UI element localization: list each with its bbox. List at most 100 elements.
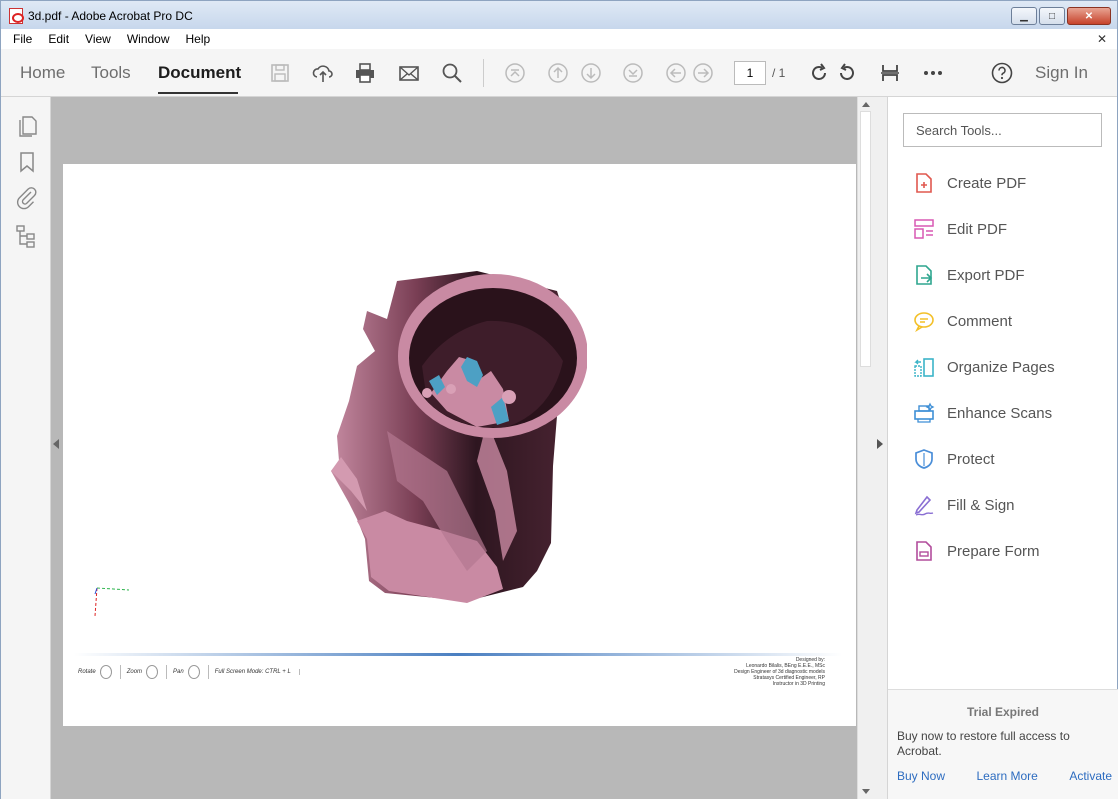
tab-tools[interactable]: Tools [91, 63, 131, 83]
tool-create-pdf[interactable]: Create PDF [913, 169, 1026, 197]
page-number-input[interactable]: 1 [734, 61, 766, 85]
rotate-mouse-icon [99, 665, 112, 679]
menu-edit[interactable]: Edit [40, 32, 77, 46]
trial-message: Buy now to restore full access to Acroba… [897, 729, 1070, 758]
page-divider-line [74, 653, 842, 656]
page-total: / 1 [772, 66, 786, 80]
prepare-form-icon [916, 541, 932, 561]
right-pane-toggle[interactable] [873, 97, 887, 799]
tool-organize-pages[interactable]: Organize Pages [913, 353, 1055, 381]
comment-icon [914, 312, 934, 332]
menu-view[interactable]: View [77, 32, 119, 46]
tool-export-pdf[interactable]: Export PDF [913, 261, 1025, 289]
print-icon[interactable] [353, 61, 377, 85]
tool-label: Edit PDF [947, 220, 1008, 238]
back-icon[interactable] [664, 61, 688, 85]
tool-protect[interactable]: Protect [913, 445, 995, 473]
left-navigation-rail [1, 97, 51, 799]
help-icon[interactable] [990, 61, 1014, 85]
sign-in-button[interactable]: Sign In [1035, 63, 1088, 83]
next-page-icon[interactable] [579, 61, 603, 85]
pan-mouse-icon [187, 665, 200, 679]
close-document-button[interactable]: ✕ [1097, 32, 1107, 46]
scroll-mode-icon[interactable] [878, 61, 902, 85]
tab-home[interactable]: Home [20, 63, 65, 83]
create-pdf-icon [916, 173, 932, 193]
rotate-clockwise-icon[interactable] [807, 61, 831, 85]
tool-prepare-form[interactable]: Prepare Form [913, 537, 1040, 565]
tools-pane: Create PDF Edit PDF Export PDF Comment O… [887, 97, 1118, 799]
zoom-control[interactable]: Zoom [126, 665, 168, 679]
export-pdf-icon [916, 265, 933, 285]
activate-link[interactable]: Activate [1069, 769, 1112, 783]
tab-document[interactable]: Document [158, 63, 241, 83]
fullscreen-hint: Full Screen Mode: CTRL + L [215, 669, 300, 675]
upload-icon[interactable] [311, 61, 335, 85]
pan-control[interactable]: Pan [173, 665, 209, 679]
previous-page-icon[interactable] [546, 61, 570, 85]
learn-more-link[interactable]: Learn More [976, 769, 1037, 783]
scroll-up-arrow[interactable] [862, 102, 870, 107]
vertical-scrollbar[interactable] [857, 97, 873, 799]
fill-sign-icon [914, 495, 934, 516]
3d-controls-legend: Rotate Zoom Pan Full Screen Mode: CTRL +… [78, 665, 300, 679]
bookmarks-icon[interactable] [15, 150, 39, 174]
forward-icon[interactable] [691, 61, 715, 85]
pan-label: Pan [173, 669, 184, 675]
more-icon[interactable] [921, 61, 945, 85]
buy-now-link[interactable]: Buy Now [897, 769, 945, 783]
zoom-label: Zoom [126, 669, 143, 675]
tool-label: Create PDF [947, 174, 1027, 192]
trial-expired-panel: Trial Expired Buy now to restore full ac… [888, 689, 1118, 799]
credit-line: Instructor in 3D Printing [772, 681, 825, 687]
scrollbar-thumb[interactable] [860, 111, 871, 367]
pdf-file-icon [9, 8, 24, 24]
tool-comment[interactable]: Comment [913, 307, 1012, 335]
active-tab-indicator [158, 92, 238, 94]
3d-axis-indicator [94, 587, 130, 617]
menu-window[interactable]: Window [119, 32, 178, 46]
page-thumbnails-icon[interactable] [15, 113, 39, 137]
fullscreen-label: Full Screen Mode: CTRL + L [214, 669, 291, 675]
enhance-scans-icon [914, 402, 935, 423]
menu-file[interactable]: File [5, 32, 40, 46]
expand-arrow-icon [877, 439, 883, 449]
save-icon[interactable] [268, 61, 292, 85]
tool-label: Organize Pages [947, 358, 1055, 376]
organize-pages-icon [914, 358, 934, 377]
scroll-down-arrow[interactable] [862, 789, 870, 794]
title-bar: 3d.pdf - Adobe Acrobat Pro DC ▁ □ ✕ [1, 1, 1117, 29]
email-icon[interactable] [397, 61, 421, 85]
toolbar-separator [483, 59, 484, 87]
menu-help[interactable]: Help [178, 32, 219, 46]
rotate-control[interactable]: Rotate [78, 665, 121, 679]
tool-label: Prepare Form [947, 542, 1040, 560]
tool-label: Export PDF [947, 266, 1025, 284]
search-icon[interactable] [440, 61, 464, 85]
tool-label: Fill & Sign [947, 496, 1015, 514]
collapse-left-pane-arrow[interactable] [53, 439, 59, 449]
trial-heading: Trial Expired [966, 705, 1040, 719]
minimize-button[interactable]: ▁ [1011, 7, 1037, 25]
search-tools-input[interactable] [903, 113, 1102, 147]
tool-edit-pdf[interactable]: Edit PDF [913, 215, 1007, 243]
designer-credits: Designed by: Leonardo Bilalis, BEng E.E.… [701, 657, 825, 687]
maximize-button[interactable]: □ [1039, 7, 1065, 25]
zoom-mouse-icon [146, 665, 159, 679]
attachments-icon[interactable] [15, 186, 39, 210]
tool-fill-sign[interactable]: Fill & Sign [913, 491, 1015, 519]
layers-icon[interactable] [15, 224, 39, 248]
window-title: 3d.pdf - Adobe Acrobat Pro DC [28, 9, 193, 23]
shield-icon [915, 449, 933, 469]
tool-enhance-scans[interactable]: Enhance Scans [913, 399, 1052, 427]
main-toolbar: Home Tools Document [1, 49, 1117, 97]
3d-heart-model[interactable] [327, 271, 587, 607]
edit-pdf-icon [914, 219, 934, 239]
tool-label: Enhance Scans [947, 404, 1053, 422]
close-button[interactable]: ✕ [1067, 7, 1111, 25]
acrobat-window: 3d.pdf - Adobe Acrobat Pro DC ▁ □ ✕ File… [0, 0, 1118, 799]
first-page-icon[interactable] [503, 61, 527, 85]
menu-bar: File Edit View Window Help ✕ [1, 29, 1117, 49]
rotate-counterclockwise-icon[interactable] [835, 61, 859, 85]
last-page-icon[interactable] [621, 61, 645, 85]
